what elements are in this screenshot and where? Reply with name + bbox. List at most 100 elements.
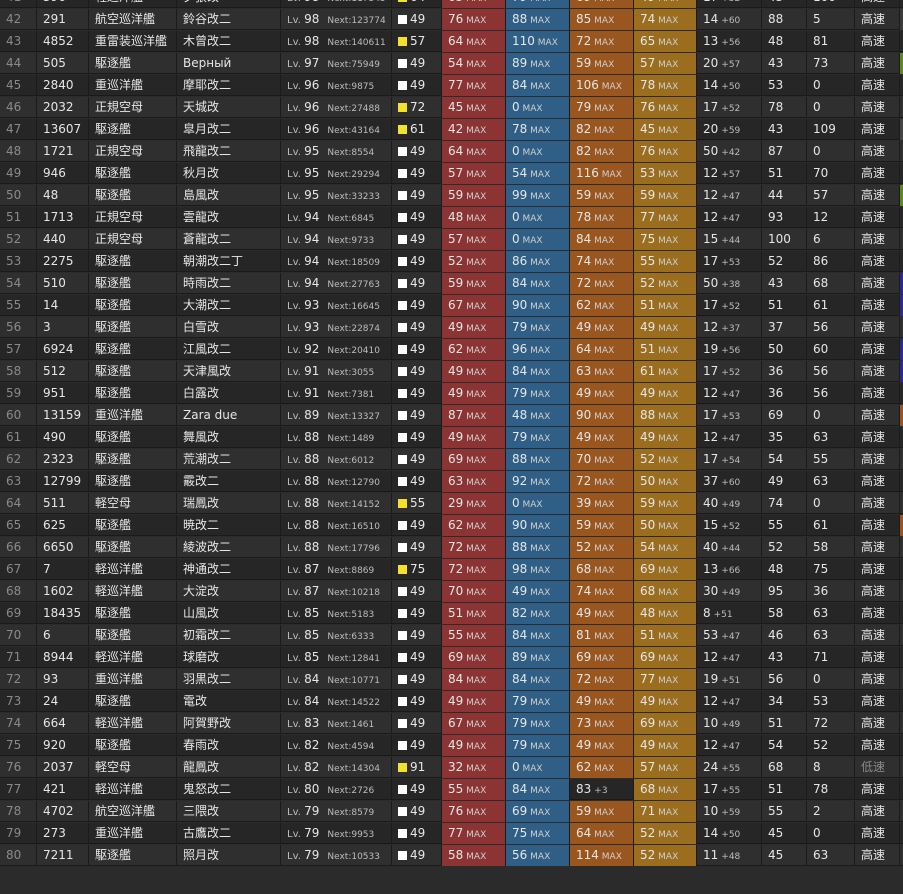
condition-square-icon xyxy=(398,279,407,288)
table-row[interactable]: 57 6924 駆逐艦 江風改二 Lv. 92 Next:20410 49 62 MAX 96 … xyxy=(0,339,903,360)
luck-stat: 14 +60 xyxy=(697,9,762,30)
table-row[interactable]: 45 2840 重巡洋艦 摩耶改二 Lv. 96 Next:9875 49 77 MAX 84 … xyxy=(0,75,903,96)
condition: 49 xyxy=(392,537,442,558)
table-row[interactable]: 77 421 軽巡洋艦 鬼怒改二 Lv. 80 Next:2726 49 55 MAX 84 M… xyxy=(0,779,903,800)
table-row[interactable]: 47 13607 駆逐艦 皐月改二 Lv. 96 Next:43164 61 42 MAX 78… xyxy=(0,119,903,140)
los-stat: 55 xyxy=(762,801,807,822)
table-row[interactable]: 78 4702 航空巡洋艦 三隈改 Lv. 79 Next:8579 49 76 MAX 69 … xyxy=(0,801,903,822)
table-row[interactable]: 54 510 駆逐艦 時雨改二 Lv. 94 Next:27763 49 59 MAX 84 M… xyxy=(0,273,903,294)
row-number: 60 xyxy=(0,405,37,426)
torpedo-stat: 79 MAX xyxy=(506,0,570,8)
table-row[interactable]: 58 512 駆逐艦 天津風改 Lv. 91 Next:3055 49 49 MAX 84 MA… xyxy=(0,361,903,382)
ship-type: 駆逐艦 xyxy=(89,119,177,140)
ship-id: 48 xyxy=(37,185,89,206)
max-label: MAX xyxy=(655,456,679,466)
luck-stat: 13 +66 xyxy=(697,559,762,580)
next-exp: Next:27763 xyxy=(327,280,380,290)
condition: 49 xyxy=(392,207,442,228)
condition-square-icon xyxy=(398,763,407,772)
table-row[interactable]: 63 12799 駆逐艦 霰改二 Lv. 88 Next:12790 49 63 MAX 92 … xyxy=(0,471,903,492)
table-row[interactable]: 41396軽巡洋艦夕張改Lv. 98Next:1173456463 MAX79 … xyxy=(0,0,903,8)
table-row[interactable]: 76 2037 軽空母 龍鳳改 Lv. 82 Next:14304 91 32 MAX 0 MA… xyxy=(0,757,903,778)
level-value: 88 xyxy=(304,518,320,532)
ship-name: 摩耶改二 xyxy=(177,75,281,96)
firepower-stat-value: 52 xyxy=(448,254,464,268)
torpedo-stat: 99 MAX xyxy=(506,185,570,206)
row-number: 68 xyxy=(0,581,37,602)
ship-id: 273 xyxy=(37,823,89,844)
table-row[interactable]: 60 13159 重巡洋艦 Zara due Lv. 89 Next:13327 49 87 … xyxy=(0,405,903,426)
armor-stat: 52 MAX xyxy=(634,449,697,470)
table-row[interactable]: 44 505 駆逐艦 Верный Lv. 97 Next:75949 49 54 MAX 89… xyxy=(0,53,903,74)
max-label: MAX xyxy=(655,302,679,312)
table-row[interactable]: 56 3 駆逐艦 白雪改 Lv. 93 Next:22874 49 49 MAX 79 MAX 4… xyxy=(0,317,903,338)
table-row[interactable]: 64 511 軽空母 瑞鳳改 Lv. 88 Next:14152 55 29 MAX 0 MAX… xyxy=(0,493,903,514)
table-row[interactable]: 46 2032 正規空母 天城改 Lv. 96 Next:27488 72 45 MAX 0 M… xyxy=(0,97,903,118)
table-row[interactable]: 66 6650 駆逐艦 綾波改二 Lv. 88 Next:17796 49 72 MAX 88 … xyxy=(0,537,903,558)
asw-stat: 0 xyxy=(807,141,855,162)
antiair-stat-value: 78 xyxy=(576,210,592,224)
table-row[interactable]: 59 951 駆逐艦 白露改 Lv. 91 Next:7381 49 49 MAX 79 MAX… xyxy=(0,383,903,404)
antiair-stat: 74 MAX xyxy=(570,581,634,602)
armor-stat-value: 49 xyxy=(640,0,655,4)
table-row[interactable]: 61 490 駆逐艦 舞風改 Lv. 88 Next:1489 49 49 MAX 79 MAX… xyxy=(0,427,903,448)
max-label: MAX xyxy=(463,104,487,114)
torpedo-stat-value: 88 xyxy=(512,452,528,466)
armor-stat: 59 MAX xyxy=(634,493,697,514)
table-row[interactable]: 68 1602 軽巡洋艦 大淀改 Lv. 87 Next:10218 49 70 MAX 49 … xyxy=(0,581,903,602)
ship-level: Lv. 82 Next:14304 xyxy=(281,757,392,778)
table-row[interactable]: 75 920 駆逐艦 春雨改 Lv. 82 Next:4594 49 49 MAX 79 MAX… xyxy=(0,735,903,756)
condition-value: 61 xyxy=(410,122,426,136)
table-row[interactable]: 62 2323 駆逐艦 荒潮改二 Lv. 88 Next:6012 49 69 MAX 88 M… xyxy=(0,449,903,470)
level-prefix: Lv. xyxy=(287,59,305,70)
row-number: 43 xyxy=(0,31,37,52)
asw-stat: 56 xyxy=(807,361,855,382)
condition: 49 xyxy=(392,823,442,844)
max-label: MAX xyxy=(463,16,487,26)
condition: 49 xyxy=(392,625,442,646)
ship-type: 正規空母 xyxy=(89,229,177,250)
antiair-stat: 64 MAX xyxy=(570,339,634,360)
table-row[interactable]: 70 6 駆逐艦 初霜改二 Lv. 85 Next:6333 49 55 MAX 84 MAX 8… xyxy=(0,625,903,646)
ship-id: 510 xyxy=(37,273,89,294)
max-label: MAX xyxy=(591,280,615,290)
speed: 高速 xyxy=(855,427,900,448)
antiair-stat: 49 MAX xyxy=(570,383,634,404)
ship-type: 駆逐艦 xyxy=(89,383,177,404)
row-number: 61 xyxy=(0,427,37,448)
condition-square-icon xyxy=(398,631,407,640)
condition-square-icon xyxy=(398,301,407,310)
table-row[interactable]: 79 273 重巡洋艦 古鷹改二 Lv. 79 Next:9953 49 77 MAX 75 M… xyxy=(0,823,903,844)
next-exp: Next:14304 xyxy=(327,764,380,774)
table-row[interactable]: 80 7211 駆逐艦 照月改 Lv. 79 Next:10533 49 58 MAX 56 M… xyxy=(0,845,903,866)
max-label: MAX xyxy=(463,830,487,840)
max-label: MAX xyxy=(655,544,679,554)
table-row[interactable]: 51 1713 正規空母 雲龍改 Lv. 94 Next:6845 49 48 MAX 0 MA… xyxy=(0,207,903,228)
table-row[interactable]: 53 2275 駆逐艦 朝潮改二丁 Lv. 94 Next:18509 49 52 MAX 86… xyxy=(0,251,903,272)
table-row[interactable]: 74 664 軽巡洋艦 阿賀野改 Lv. 83 Next:1461 49 67 MAX 79 M… xyxy=(0,713,903,734)
table-row[interactable]: 55 14 駆逐艦 大潮改二 Lv. 93 Next:16645 49 67 MAX 90 MA… xyxy=(0,295,903,316)
condition-square-icon xyxy=(398,147,407,156)
row-number: 73 xyxy=(0,691,37,712)
ship-level: Lv. 93 Next:22874 xyxy=(281,317,392,338)
table-row[interactable]: 52 440 正規空母 蒼龍改二 Lv. 94 Next:9733 49 57 MAX 0 MA… xyxy=(0,229,903,250)
armor-stat-value: 52 xyxy=(640,826,656,840)
table-row[interactable]: 50 48 駆逐艦 島風改 Lv. 95 Next:33233 49 59 MAX 99 MAX… xyxy=(0,185,903,206)
table-row[interactable]: 71 8944 軽巡洋艦 球磨改 Lv. 85 Next:12841 49 69 MAX 89 … xyxy=(0,647,903,668)
level-prefix: Lv. xyxy=(287,279,305,290)
asw-stat: 0 xyxy=(807,75,855,96)
table-row[interactable]: 49 946 駆逐艦 秋月改 Lv. 95 Next:29294 49 57 MAX 54 MA… xyxy=(0,163,903,184)
max-label: MAX xyxy=(463,478,487,488)
table-row[interactable]: 65 625 駆逐艦 暁改二 Lv. 88 Next:16510 49 62 MAX 90 MA… xyxy=(0,515,903,536)
table-row[interactable]: 73 24 駆逐艦 電改 Lv. 84 Next:14522 49 49 MAX 79 MAX 4… xyxy=(0,691,903,712)
table-row[interactable]: 42 291 航空巡洋艦 鈴谷改二 Lv. 98 Next:123774 49 76 MAX 8… xyxy=(0,9,903,30)
table-row[interactable]: 48 1721 正規空母 飛龍改二 Lv. 95 Next:8554 49 64 MAX 0 M… xyxy=(0,141,903,162)
level-prefix: Lv. xyxy=(287,125,305,136)
los-stat: 88 xyxy=(762,9,807,30)
table-row[interactable]: 67 7 軽巡洋艦 神通改二 Lv. 87 Next:8869 75 72 MAX 98 MAX… xyxy=(0,559,903,580)
table-row[interactable]: 72 93 重巡洋艦 羽黒改二 Lv. 84 Next:10771 49 84 MAX 84 M… xyxy=(0,669,903,690)
ship-level: Lv. 93 Next:16645 xyxy=(281,295,392,316)
max-label: MAX xyxy=(463,0,486,4)
table-row[interactable]: 69 18435 駆逐艦 山風改 Lv. 85 Next:5183 49 51 MAX 82 M… xyxy=(0,603,903,624)
table-row[interactable]: 43 4852 重雷装巡洋艦 木曾改二 Lv. 98 Next:140611 57 64 MA… xyxy=(0,31,903,52)
